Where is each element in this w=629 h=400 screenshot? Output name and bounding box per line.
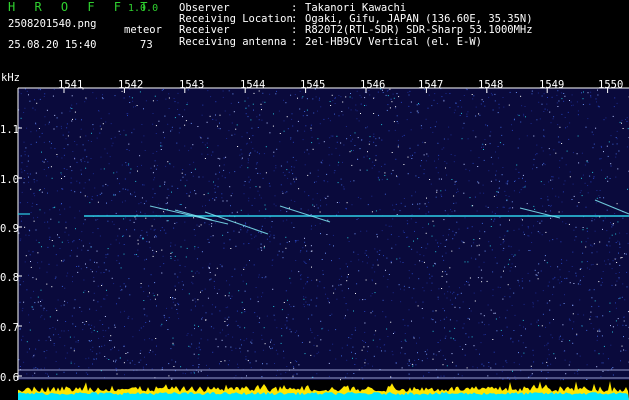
time-axis: 1541 1542 1543 1544 1545 1546 1547 1548 … [0, 78, 629, 92]
meteor-count: 73 [140, 39, 153, 51]
time-tick-label: 1546 [360, 79, 386, 91]
info-colon: : [291, 24, 304, 37]
freq-tick-label: 0.6 [0, 372, 19, 384]
info-key: Receiver [179, 24, 230, 37]
time-tick-label: 1543 [179, 79, 205, 91]
time-tick-label: 1542 [118, 79, 144, 91]
spectrum-background [18, 88, 629, 380]
time-tick-label: 1544 [240, 79, 266, 91]
time-tick-label: 1548 [478, 79, 504, 91]
time-tick-label: 1549 [539, 79, 565, 91]
time-tick-label: 1545 [300, 79, 326, 91]
freq-tick-label: 0.9 [0, 223, 19, 235]
image-filename: 2508201540.png [8, 18, 97, 30]
header-panel: H R O F F T 1.0.0 2508201540.png meteor … [0, 0, 629, 78]
mode-label: meteor [124, 24, 162, 36]
info-row-receiver: Receiver: R820T2(RTL-SDR) SDR-Sharp 53.1… [179, 25, 533, 36]
capture-datetime: 25.08.20 15:40 [8, 39, 97, 51]
freq-tick-label: 1.0 [0, 174, 19, 186]
freq-tick-label: 0.7 [0, 322, 19, 334]
info-row-antenna: Receiving antenna: 2el-HB9CV Vertical (e… [179, 35, 533, 48]
time-tick-label: 1547 [418, 79, 444, 91]
station-info: Observer: Takanori Kawachi Receiving Loc… [179, 2, 533, 48]
freq-tick-label: 0.8 [0, 272, 19, 284]
info-value: 2el-HB9CV Vertical (el. E-W) [305, 35, 483, 48]
freq-tick-label: 1.1 [0, 124, 19, 136]
spectrogram [17, 87, 629, 400]
info-value: R820T2(RTL-SDR) SDR-Sharp 53.1000MHz [305, 24, 533, 37]
time-tick-label: 1541 [58, 79, 84, 91]
info-key: Receiving antenna [179, 35, 287, 48]
app-version: 1.0.0 [128, 3, 159, 14]
info-colon: : [291, 35, 304, 48]
time-tick-label: 1550 [598, 79, 624, 91]
